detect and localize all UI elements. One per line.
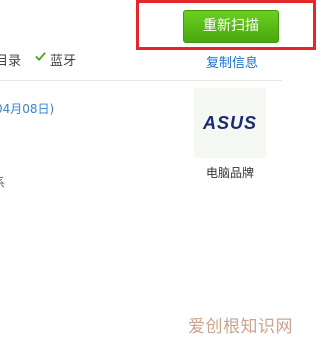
brand-label: 电脑品牌 (206, 166, 255, 180)
truncated-text: 系 (0, 174, 5, 191)
date-text: 04月08日) (0, 102, 55, 116)
logo-text: ASUS (202, 114, 257, 132)
divider (0, 80, 282, 81)
copy-info-link[interactable]: 复制信息 (206, 52, 258, 71)
status-item-bluetooth: 蓝牙 (50, 54, 77, 69)
asus-logo-icon: ASUS (202, 114, 257, 132)
brand-logo: ASUS (194, 88, 266, 158)
status-item-directory: 目录 (0, 54, 22, 69)
highlight-box (136, 0, 316, 50)
watermark: 爱创根知识网 (188, 317, 293, 337)
check-icon (35, 52, 46, 62)
